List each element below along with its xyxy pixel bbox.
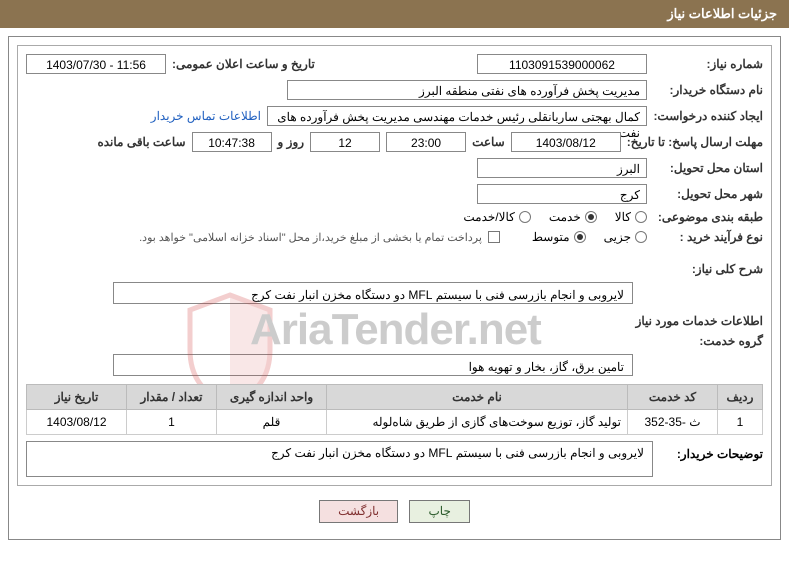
radio-medium-label: متوسط <box>532 230 570 244</box>
radio-circle-icon <box>585 211 597 223</box>
radio-circle-icon <box>519 211 531 223</box>
radio-circle-icon <box>635 231 647 243</box>
time-label: ساعت <box>472 135 505 149</box>
buyer-org-label: نام دستگاه خریدار: <box>653 83 763 97</box>
service-group-label: گروه خدمت: <box>653 334 763 348</box>
radio-both-label: کالا/خدمت <box>463 210 514 224</box>
th-row: ردیف <box>718 385 763 410</box>
purchase-type-radio-group: جزیی متوسط <box>532 230 647 244</box>
radio-goods[interactable]: کالا <box>615 210 647 224</box>
row-requester: ایجاد کننده درخواست: کمال بهجتی ساربانقل… <box>26 106 763 126</box>
cell-date: 1403/08/12 <box>27 410 127 435</box>
buyer-contact-link[interactable]: اطلاعات تماس خریدار <box>151 109 261 123</box>
deadline-date-value: 1403/08/12 <box>511 132 621 152</box>
row-service-group: گروه خدمت: <box>26 334 763 348</box>
main-panel: شماره نیاز: 1103091539000062 تاریخ و ساع… <box>17 45 772 486</box>
cell-qty: 1 <box>127 410 217 435</box>
radio-medium[interactable]: متوسط <box>532 230 586 244</box>
back-button[interactable]: بازگشت <box>319 500 398 523</box>
buyer-org-value: مدیریت پخش فرآورده های نفتی منطقه البرز <box>287 80 647 100</box>
cell-row: 1 <box>718 410 763 435</box>
cell-name: تولید گاز، توزیع سوخت‌های گازی از طریق ش… <box>327 410 628 435</box>
payment-checkbox[interactable] <box>488 231 500 243</box>
row-purchase-type: نوع فرآیند خرید : جزیی متوسط پرداخت تمام… <box>26 230 763 244</box>
row-category: طبقه بندی موضوعی: کالا خدمت کالا/خدمت <box>26 210 763 224</box>
days-and-label: روز و <box>278 135 305 149</box>
requester-label: ایجاد کننده درخواست: <box>653 109 763 123</box>
th-date: تاریخ نیاز <box>27 385 127 410</box>
services-section-title: اطلاعات خدمات مورد نیاز <box>26 314 763 328</box>
radio-minor[interactable]: جزیی <box>604 230 647 244</box>
buttons-row: چاپ بازگشت <box>25 500 764 523</box>
radio-goods-label: کالا <box>615 210 631 224</box>
remaining-label: ساعت باقی مانده <box>97 135 185 149</box>
payment-note: پرداخت تمام یا بخشی از مبلغ خرید،از محل … <box>139 231 482 244</box>
th-unit: واحد اندازه گیری <box>217 385 327 410</box>
table-header-row: ردیف کد خدمت نام خدمت واحد اندازه گیری ت… <box>27 385 763 410</box>
radio-service-label: خدمت <box>549 210 581 224</box>
radio-dot-icon <box>588 214 594 220</box>
deadline-time-value: 23:00 <box>386 132 466 152</box>
page-header: جزئیات اطلاعات نیاز <box>0 0 789 28</box>
deadline-label: مهلت ارسال پاسخ: تا تاریخ: <box>627 135 763 149</box>
buyer-remarks-label: توضیحات خریدار: <box>653 441 763 461</box>
th-name: نام خدمت <box>327 385 628 410</box>
cell-code: ث -35-352 <box>628 410 718 435</box>
row-need-number: شماره نیاز: 1103091539000062 تاریخ و ساع… <box>26 54 763 74</box>
buyer-remarks-box: لایروبی و انجام بازرسی فنی با سیستم MFL … <box>26 441 653 477</box>
announce-datetime-value: 1403/07/30 - 11:56 <box>26 54 166 74</box>
row-buyer-org: نام دستگاه خریدار: مدیریت پخش فرآورده ها… <box>26 80 763 100</box>
radio-dot-icon <box>577 234 583 240</box>
days-count-value: 12 <box>310 132 380 152</box>
radio-both[interactable]: کالا/خدمت <box>463 210 530 224</box>
th-qty: تعداد / مقدار <box>127 385 217 410</box>
service-group-box: تامین برق، گاز، بخار و تهویه هوا <box>113 354 633 376</box>
category-radio-group: کالا خدمت کالا/خدمت <box>463 210 647 224</box>
outer-frame: شماره نیاز: 1103091539000062 تاریخ و ساع… <box>8 36 781 540</box>
province-value: البرز <box>477 158 647 178</box>
radio-minor-label: جزیی <box>604 230 631 244</box>
city-value: کرج <box>477 184 647 204</box>
general-desc-box: لایروبی و انجام بازرسی فنی با سیستم MFL … <box>113 282 633 304</box>
need-number-value: 1103091539000062 <box>477 54 647 74</box>
print-button[interactable]: چاپ <box>409 500 469 523</box>
general-desc-label: شرح کلی نیاز: <box>653 262 763 276</box>
page-title: جزئیات اطلاعات نیاز <box>667 6 777 21</box>
row-general-desc: شرح کلی نیاز: <box>26 262 763 276</box>
row-deadline: مهلت ارسال پاسخ: تا تاریخ: 1403/08/12 سا… <box>26 132 763 152</box>
services-table: ردیف کد خدمت نام خدمت واحد اندازه گیری ت… <box>26 384 763 435</box>
requester-value: کمال بهجتی ساربانقلی رئیس خدمات مهندسی م… <box>267 106 647 126</box>
radio-circle-icon <box>574 231 586 243</box>
province-label: استان محل تحویل: <box>653 161 763 175</box>
services-table-wrap: ردیف کد خدمت نام خدمت واحد اندازه گیری ت… <box>26 384 763 435</box>
row-buyer-remarks: توضیحات خریدار: لایروبی و انجام بازرسی ف… <box>26 441 763 477</box>
radio-service[interactable]: خدمت <box>549 210 597 224</box>
cell-unit: قلم <box>217 410 327 435</box>
city-label: شهر محل تحویل: <box>653 187 763 201</box>
need-number-label: شماره نیاز: <box>653 57 763 71</box>
row-city: شهر محل تحویل: کرج <box>26 184 763 204</box>
th-code: کد خدمت <box>628 385 718 410</box>
table-row: 1 ث -35-352 تولید گاز، توزیع سوخت‌های گا… <box>27 410 763 435</box>
remaining-time-value: 10:47:38 <box>192 132 272 152</box>
announce-datetime-label: تاریخ و ساعت اعلان عمومی: <box>172 57 315 71</box>
radio-circle-icon <box>635 211 647 223</box>
row-province: استان محل تحویل: البرز <box>26 158 763 178</box>
category-label: طبقه بندی موضوعی: <box>653 210 763 224</box>
purchase-type-label: نوع فرآیند خرید : <box>653 230 763 244</box>
